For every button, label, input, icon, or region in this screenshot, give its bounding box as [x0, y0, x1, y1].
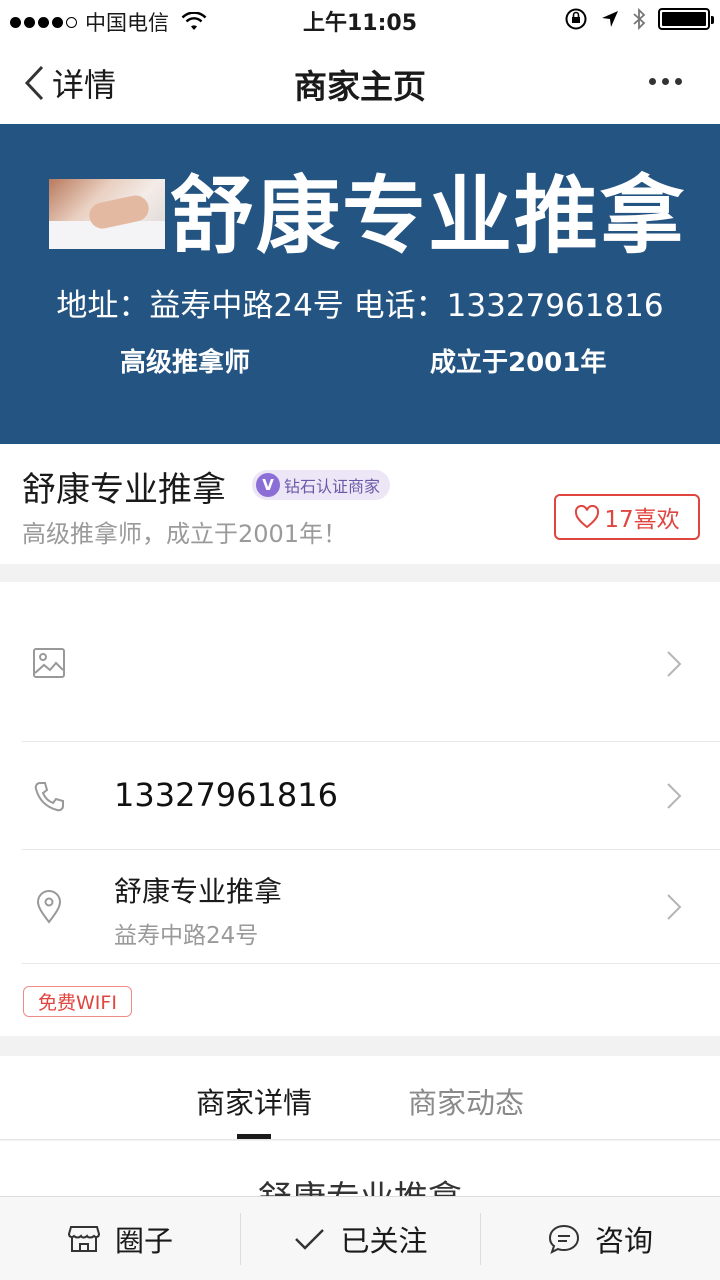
tab-bar: 商家详情 商家动态: [0, 1056, 720, 1140]
location-address: 益寿中路24号: [114, 923, 259, 949]
content-title: 舒康专业推拿: [0, 1171, 720, 1197]
merchant-banner: 舒康专业推拿 地址：益寿中路24号 电话：13327961816 高级推拿师 成…: [0, 124, 720, 444]
circle-button[interactable]: 圈子: [0, 1197, 240, 1280]
location-name: 舒康专业推拿: [114, 875, 283, 908]
chevron-right-icon: [667, 651, 682, 677]
chevron-right-icon: [667, 894, 682, 920]
chat-bubble-icon: [548, 1224, 579, 1254]
status-bar: 中国电信 上午11:05: [0, 0, 720, 40]
phone-row[interactable]: 13327961816: [22, 742, 720, 850]
tab-merchant-details[interactable]: 商家详情: [196, 1080, 312, 1122]
active-tab-indicator: [237, 1134, 271, 1139]
badge-v-icon: V: [256, 473, 280, 497]
badge-label: 钻石认证商家: [284, 477, 381, 496]
banner-tag-right: 成立于2001年: [430, 348, 607, 378]
follow-button[interactable]: 已关注: [240, 1197, 480, 1280]
store-icon: [67, 1225, 100, 1252]
certification-badge: V 钻石认证商家: [252, 470, 391, 500]
merchant-info: 舒康专业推拿 V 钻石认证商家 高级推拿师，成立于2001年！ 17喜欢: [0, 444, 720, 564]
phone-icon: [34, 782, 64, 812]
follow-label: 已关注: [340, 1223, 428, 1258]
page-title: 商家主页: [294, 67, 426, 106]
location-pin-icon: [36, 890, 62, 924]
bottom-action-bar: 圈子 已关注 咨询: [0, 1196, 720, 1280]
merchant-details: 13327961816 舒康专业推拿 益寿中路24号 免费WIFI: [0, 582, 720, 1036]
banner-title: 舒康专业推拿: [170, 167, 687, 265]
chevron-right-icon: [667, 783, 682, 809]
photos-row[interactable]: [22, 582, 720, 742]
merchant-subtitle: 高级推拿师，成立于2001年！: [22, 520, 348, 548]
status-right: [564, 7, 714, 31]
battery-icon: [658, 8, 714, 30]
location-arrow-icon: [602, 11, 618, 27]
checkmark-icon: [295, 1228, 325, 1250]
merchant-name: 舒康专业推拿: [22, 470, 226, 510]
free-wifi-tag: 免费WIFI: [23, 986, 132, 1017]
details-content: 舒康专业推拿: [0, 1141, 720, 1197]
massage-photo: [49, 179, 165, 249]
more-options-icon[interactable]: [649, 78, 682, 85]
heart-icon: [575, 505, 600, 529]
location-row[interactable]: 舒康专业推拿 益寿中路24号: [22, 850, 720, 964]
bluetooth-icon: [633, 7, 646, 31]
image-icon: [33, 648, 65, 678]
banner-address-phone: 地址：益寿中路24号 电话：13327961816: [56, 288, 664, 324]
like-count: 17喜欢: [604, 507, 680, 533]
consult-label: 咨询: [594, 1223, 653, 1258]
banner-tag-left: 高级推拿师: [120, 348, 251, 378]
phone-number: 13327961816: [114, 776, 338, 814]
like-button[interactable]: 17喜欢: [554, 494, 700, 540]
nav-bar: 详情 商家主页: [0, 40, 720, 124]
orientation-lock-icon: [565, 8, 587, 30]
circle-label: 圈子: [114, 1223, 173, 1258]
consult-button[interactable]: 咨询: [480, 1197, 720, 1280]
tab-merchant-news[interactable]: 商家动态: [408, 1080, 524, 1122]
